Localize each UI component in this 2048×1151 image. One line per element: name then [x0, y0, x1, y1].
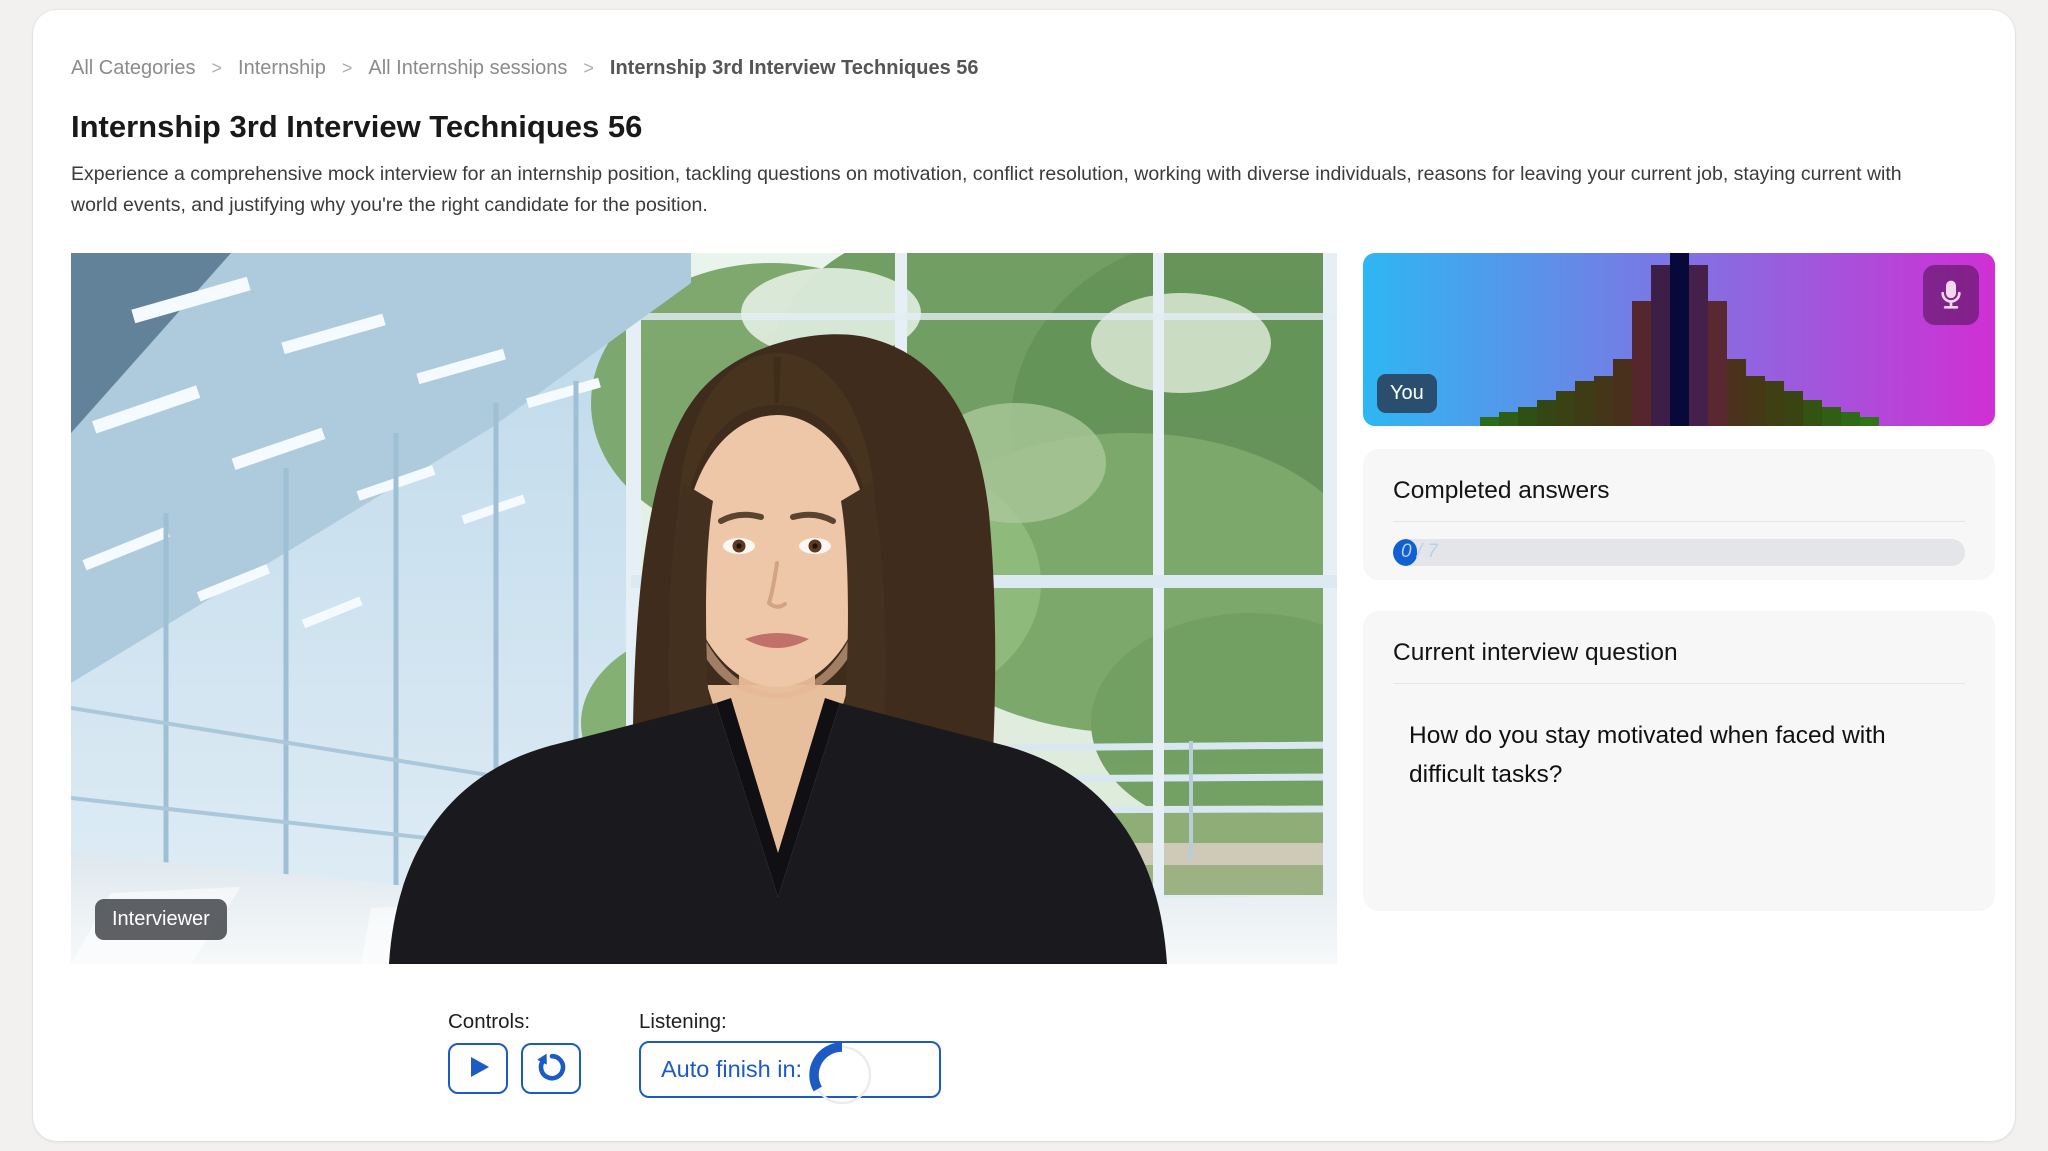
- page-title: Internship 3rd Interview Techniques 56: [71, 107, 1977, 147]
- auto-finish-text: Auto finish in:: [661, 1056, 802, 1083]
- microphone-button[interactable]: [1923, 265, 1979, 325]
- breadcrumb-link[interactable]: All Internship sessions: [368, 57, 567, 80]
- countdown-progress-ring: [810, 1029, 874, 1110]
- listening-group: Listening: Auto finish in:: [639, 1010, 941, 1098]
- audio-bar: [1784, 391, 1803, 426]
- user-audio-panel: You: [1363, 253, 1995, 426]
- audio-bar: [1727, 359, 1746, 426]
- breadcrumb-current: Internship 3rd Interview Techniques 56: [610, 57, 979, 80]
- audio-bar: [1651, 265, 1670, 426]
- audio-bar: [1841, 412, 1860, 426]
- page-description: Experience a comprehensive mock intervie…: [71, 159, 1931, 221]
- divider: [1393, 521, 1965, 522]
- audio-bar: [1575, 381, 1594, 426]
- divider: [1393, 683, 1965, 684]
- interviewer-video[interactable]: Interviewer: [71, 253, 1337, 964]
- audio-bar: [1537, 400, 1556, 426]
- audio-bar: [1499, 412, 1518, 426]
- audio-bar: [1613, 359, 1632, 426]
- breadcrumb: All Categories > Internship > All Internship…: [71, 55, 1977, 81]
- audio-bar: [1822, 407, 1841, 426]
- microphone-icon: [1936, 277, 1966, 314]
- auto-finish-button[interactable]: Auto finish in:: [639, 1041, 941, 1098]
- audio-bar: [1803, 400, 1822, 426]
- breadcrumb-separator: >: [583, 58, 594, 79]
- replay-icon: [536, 1052, 566, 1085]
- replay-button[interactable]: [521, 1043, 581, 1094]
- audio-bar: [1518, 407, 1537, 426]
- breadcrumb-link[interactable]: All Categories: [71, 57, 196, 80]
- main-card: All Categories > Internship > All Internship…: [33, 10, 2015, 1141]
- audio-bar: [1746, 376, 1765, 426]
- audio-bar: [1689, 265, 1708, 426]
- breadcrumb-separator: >: [212, 58, 223, 79]
- audio-bar: [1556, 391, 1575, 426]
- completed-answers-card: Completed answers 0 / 7: [1363, 449, 1995, 580]
- progress-text: 0 / 7: [1401, 541, 1438, 563]
- listening-label: Listening:: [639, 1010, 941, 1036]
- question-text: How do you stay motivated when faced wit…: [1409, 716, 1949, 794]
- audio-bar: [1670, 253, 1689, 426]
- audio-bar: [1632, 301, 1651, 426]
- breadcrumb-separator: >: [342, 58, 353, 79]
- interviewer-label: Interviewer: [95, 899, 227, 940]
- play-icon: [464, 1054, 492, 1083]
- audio-bar: [1860, 417, 1879, 426]
- controls-label: Controls:: [448, 1010, 581, 1036]
- audio-bar: [1480, 417, 1499, 426]
- you-label: You: [1377, 374, 1437, 413]
- play-button[interactable]: [448, 1043, 508, 1094]
- completed-answers-title: Completed answers: [1393, 477, 1965, 505]
- controls-group: Controls:: [448, 1010, 581, 1098]
- completed-progress-bar: 0 / 7: [1393, 539, 1965, 566]
- audio-bar: [1708, 301, 1727, 426]
- breadcrumb-link[interactable]: Internship: [238, 57, 326, 80]
- audio-visualizer: [1363, 253, 1995, 426]
- interviewer-scene-image: [71, 253, 1337, 964]
- current-question-card: Current interview question How do you st…: [1363, 611, 1995, 911]
- current-question-title: Current interview question: [1393, 639, 1965, 667]
- audio-bar: [1594, 376, 1613, 426]
- audio-bar: [1765, 381, 1784, 426]
